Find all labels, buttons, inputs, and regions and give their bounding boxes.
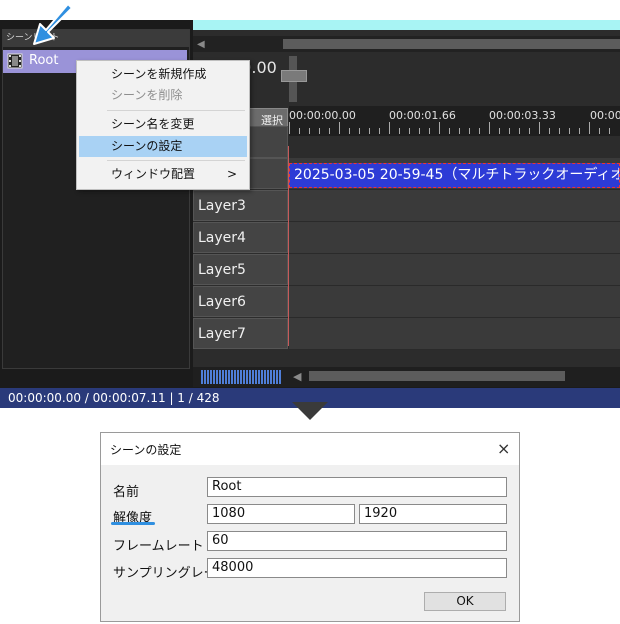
- top-strip: [193, 20, 620, 30]
- resolution-height-field[interactable]: 1920: [359, 504, 507, 524]
- submenu-arrow-icon: >: [226, 167, 237, 181]
- layer-row: Layer7: [193, 318, 620, 350]
- dialog-titlebar: シーンの設定 ×: [101, 433, 519, 465]
- context-menu: シーンを新規作成 シーンを削除 シーン名を変更 シーンの設定 ウィンドウ配置 >: [76, 60, 250, 190]
- waveform-preview: [201, 370, 281, 384]
- layer-name[interactable]: Layer6: [193, 286, 288, 317]
- layer-name[interactable]: Layer4: [193, 222, 288, 253]
- layer-name[interactable]: Layer7: [193, 318, 288, 349]
- layer-row: Layer3: [193, 190, 620, 222]
- ok-button[interactable]: OK: [424, 592, 506, 611]
- menu-item-delete-scene: シーンを削除: [111, 88, 183, 102]
- layer-row: Layer5: [193, 254, 620, 286]
- resolution-width-field[interactable]: 1080: [207, 504, 355, 524]
- arrow-pointer-icon: [33, 3, 73, 45]
- layer-track[interactable]: [289, 190, 620, 222]
- samplerate-field[interactable]: 48000: [207, 558, 507, 578]
- menu-item-label: ウィンドウ配置: [111, 167, 196, 181]
- framerate-field[interactable]: 60: [207, 531, 507, 551]
- down-triangle-icon: [292, 402, 328, 420]
- close-icon[interactable]: ×: [497, 439, 510, 458]
- name-field[interactable]: Root: [207, 477, 507, 497]
- audio-clip[interactable]: 2025-03-05 20-59-45（マルチトラックオーディオ）.: [289, 163, 620, 188]
- film-icon: [7, 53, 23, 69]
- layer-track[interactable]: [289, 222, 620, 254]
- layer-name[interactable]: Layer3: [193, 190, 288, 221]
- layer-name[interactable]: Layer5: [193, 254, 288, 285]
- layer-track[interactable]: [289, 286, 620, 318]
- menu-item-new-scene[interactable]: シーンを新規作成: [79, 64, 247, 85]
- menu-separator: [107, 160, 245, 161]
- layer-row: [193, 126, 620, 158]
- framerate-label: フレームレート: [113, 539, 204, 554]
- layer-track[interactable]: [289, 318, 620, 350]
- menu-separator: [107, 110, 245, 111]
- layer-row: Layer4: [193, 222, 620, 254]
- dialog-title: シーンの設定: [110, 443, 182, 457]
- scrollbar-thumb[interactable]: [283, 39, 620, 49]
- scene-settings-dialog: シーンの設定 × 名前 Root 解像度 1080 1920 フレームレート 6…: [100, 432, 520, 622]
- scroll-left-icon[interactable]: ◀: [197, 39, 205, 50]
- menu-item-window-layout[interactable]: ウィンドウ配置 >: [79, 164, 247, 185]
- bottom-scrollbar[interactable]: ◀: [193, 367, 620, 387]
- layer-track[interactable]: [289, 254, 620, 286]
- scrollbar-thumb[interactable]: [309, 371, 565, 381]
- highlight-underline: [111, 522, 155, 525]
- zoom-slider-knob[interactable]: [281, 70, 307, 82]
- scroll-left-icon[interactable]: ◀: [293, 370, 301, 383]
- scene-item-label: Root: [29, 53, 59, 68]
- top-horizontal-scrollbar[interactable]: ◀: [193, 36, 620, 52]
- name-label: 名前: [113, 485, 140, 500]
- menu-item-scene-settings[interactable]: シーンの設定: [79, 136, 247, 157]
- menu-item-rename-scene[interactable]: シーン名を変更: [79, 114, 247, 135]
- layer-row: Layer6: [193, 286, 620, 318]
